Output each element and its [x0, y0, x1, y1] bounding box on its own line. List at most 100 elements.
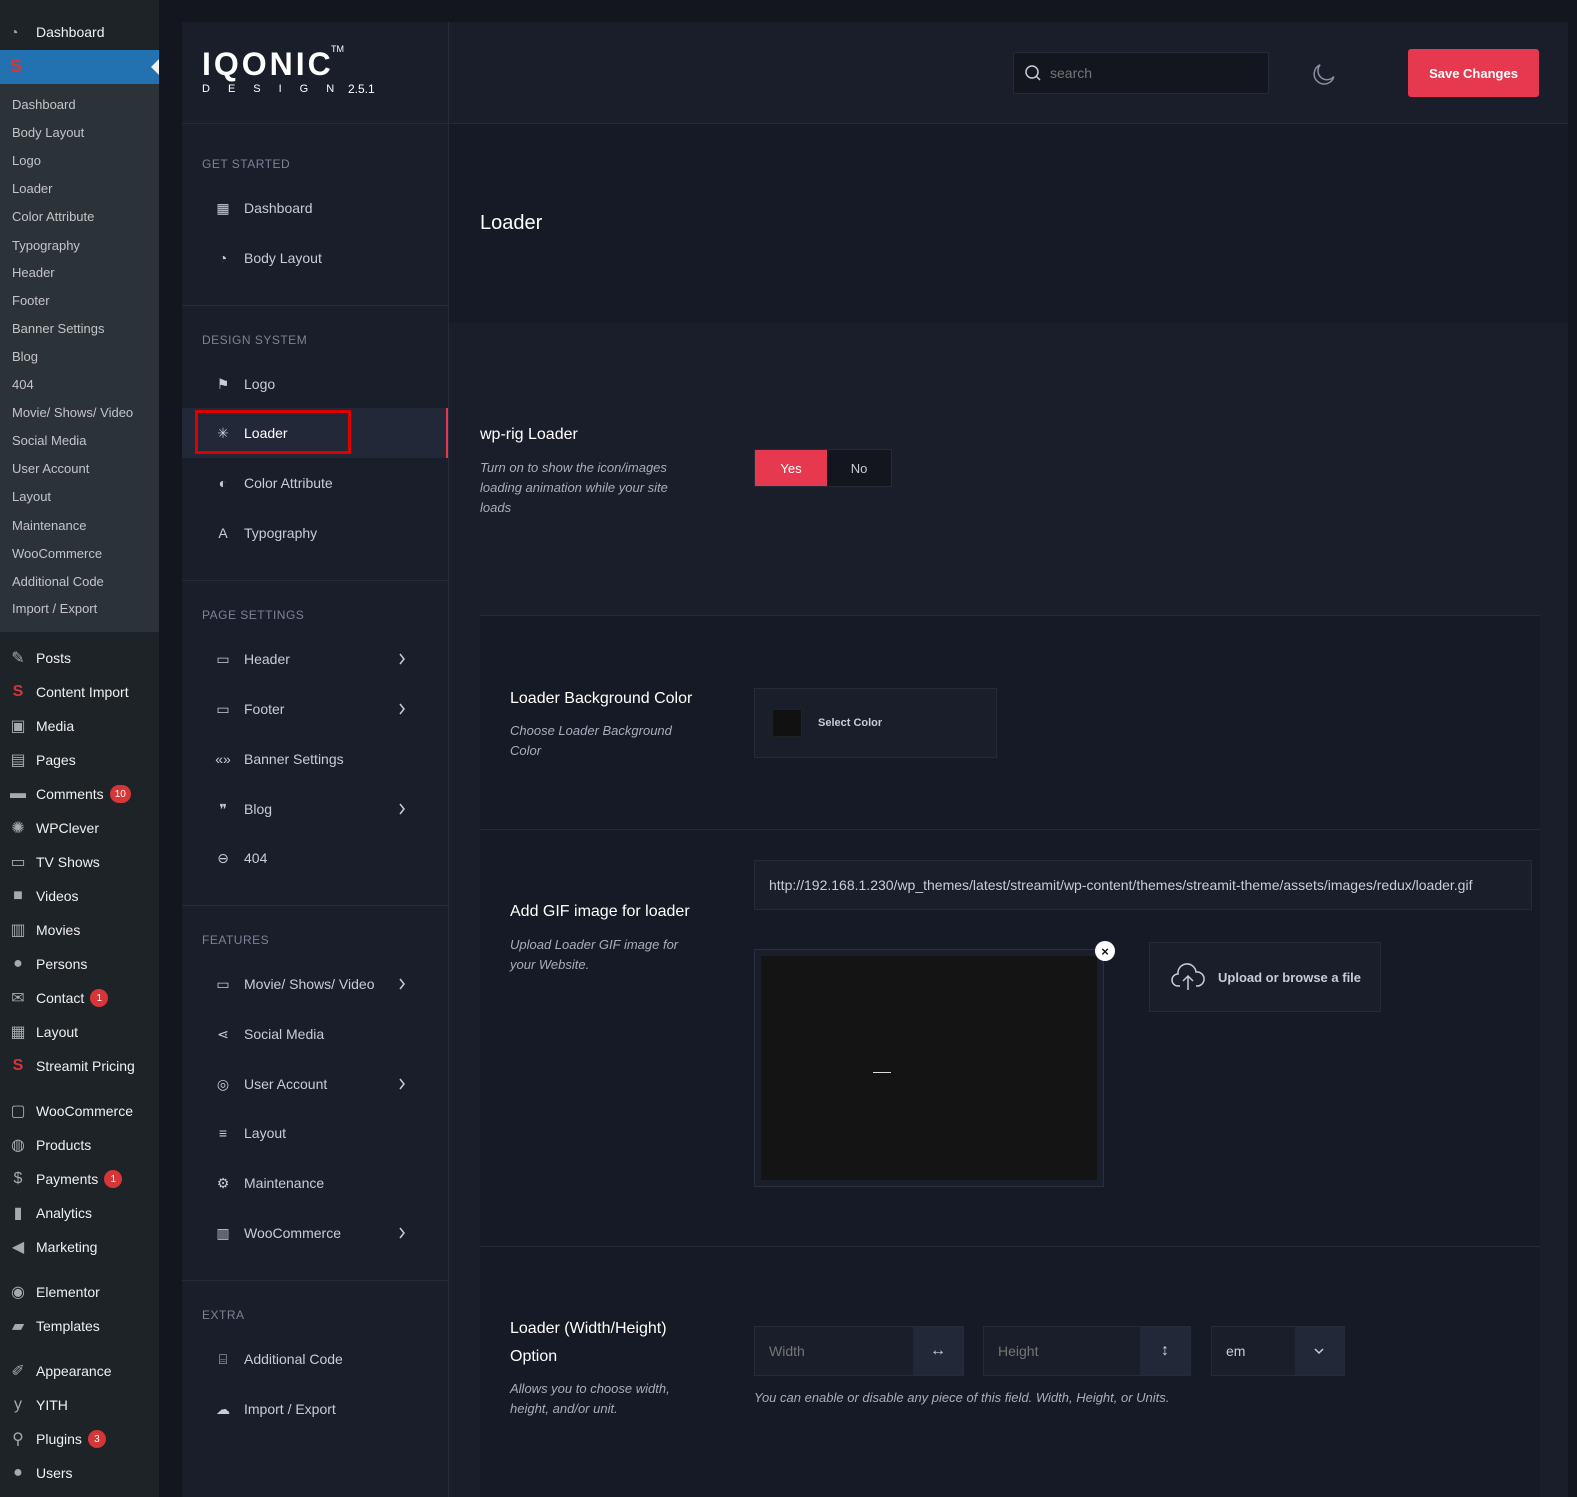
wp-menu-marketing[interactable]: ◀ Marketing [0, 1231, 159, 1263]
wp-sub-item[interactable]: Maintenance [12, 518, 86, 533]
nav-item-header[interactable]: ▭ Header [182, 634, 448, 684]
user-circle-icon: ◎ [216, 1075, 230, 1092]
color-picker-button[interactable]: Select Color [754, 688, 997, 758]
wp-sub-item[interactable]: Color Attribute [12, 209, 94, 224]
wp-menu-content-import[interactable]: S Content Import [0, 676, 159, 708]
wp-sub-item[interactable]: Layout [12, 489, 51, 504]
active-arrow [151, 59, 159, 75]
contrast-icon: ◐ [218, 475, 228, 491]
wp-menu-wpclever[interactable]: ✺ WPClever [0, 812, 159, 844]
width-field[interactable]: ↔ [754, 1326, 964, 1376]
nav-divider [182, 305, 448, 306]
gif-preview-image [761, 956, 1097, 1180]
wp-menu-tv-shows[interactable]: ▭ TV Shows [0, 846, 159, 878]
nav-item-woocommerce[interactable]: ▥ WooCommerce [182, 1208, 448, 1258]
nav-item-banner-settings[interactable]: «» Banner Settings [182, 734, 448, 784]
wp-menu-plugins[interactable]: ⚲ Plugins 3 [0, 1423, 159, 1455]
loader-toggle[interactable]: Yes No [754, 449, 892, 487]
wp-menu-payments[interactable]: $ Payments 1 [0, 1163, 159, 1195]
wp-sub-item[interactable]: Loader [12, 181, 52, 196]
search-icon [1025, 65, 1041, 81]
wp-menu-layout[interactable]: ▦ Layout [0, 1016, 159, 1048]
vertical-arrows-icon: ↕ [1140, 1327, 1190, 1375]
wp-menu-contact[interactable]: ✉ Contact 1 [0, 982, 159, 1014]
nav-item-typography[interactable]: A Typography [182, 508, 448, 558]
search-input[interactable] [1050, 65, 1250, 81]
wp-sub-item[interactable]: WooCommerce [12, 546, 102, 561]
wp-menu-streamit-pricing[interactable]: S Streamit Pricing [0, 1050, 159, 1082]
window-icon: ▭ [216, 975, 230, 992]
nav-item-color-attribute[interactable]: ◐ Color Attribute [182, 458, 448, 508]
unit-select[interactable]: em [1211, 1326, 1345, 1376]
nav-item-maintenance[interactable]: ⚙ Maintenance [182, 1158, 448, 1208]
wp-sub-item[interactable]: Social Media [12, 433, 86, 448]
page-title: Loader [480, 212, 543, 234]
wp-menu-products[interactable]: ◍ Products [0, 1129, 159, 1161]
wp-menu-templates[interactable]: ▰ Templates [0, 1310, 159, 1342]
nav-item-user-account[interactable]: ◎ User Account [182, 1059, 448, 1109]
nav-item-movie-shows-video[interactable]: ▭ Movie/ Shows/ Video [182, 959, 448, 1009]
wp-sub-item[interactable]: Banner Settings [12, 321, 105, 336]
nav-item-logo[interactable]: ⚑ Logo [182, 359, 448, 409]
nav-item-dashboard[interactable]: ▦ Dashboard [182, 183, 448, 233]
wp-menu-users[interactable]: ● Users [0, 1457, 159, 1489]
wp-sub-item[interactable]: 404 [12, 377, 34, 392]
wp-sub-item[interactable]: Body Layout [12, 125, 84, 140]
wp-sub-item[interactable]: Additional Code [12, 574, 104, 589]
wp-sub-item[interactable]: Header [12, 265, 55, 280]
wp-menu-streamit-active[interactable]: S [0, 50, 159, 84]
wp-sub-item[interactable]: Dashboard [12, 97, 76, 112]
nav-item-blog[interactable]: ❞ Blog [182, 784, 448, 834]
nav-item-404[interactable]: ⊖ 404 [182, 833, 448, 883]
width-input[interactable] [755, 1327, 913, 1375]
wp-menu-persons[interactable]: ● Persons [0, 948, 159, 980]
wp-menu-dashboard[interactable]: ◔ Dashboard [0, 14, 159, 50]
person-icon: ● [13, 955, 23, 972]
pin-icon: ✎ [11, 650, 25, 667]
nav-heading: DESIGN SYSTEM [202, 333, 308, 347]
wp-sub-item[interactable]: Blog [12, 349, 38, 364]
wp-sub-item[interactable]: Footer [12, 293, 50, 308]
nav-item-layout[interactable]: ≡ Layout [182, 1108, 448, 1158]
wp-menu-appearance[interactable]: ✐ Appearance [0, 1355, 159, 1387]
gauge-icon: ◔ [218, 250, 228, 266]
bulb-icon: ✺ [11, 820, 25, 837]
tv-icon: ▭ [10, 854, 26, 871]
wp-menu-analytics[interactable]: ▮ Analytics [0, 1197, 159, 1229]
height-input[interactable] [984, 1327, 1140, 1375]
wp-sub-item[interactable]: Import / Export [12, 601, 97, 616]
media-icon: ▣ [10, 718, 26, 735]
search-box[interactable] [1013, 52, 1269, 94]
wp-menu-comments[interactable]: ▬ Comments 10 [0, 778, 159, 810]
toggle-yes-button[interactable]: Yes [755, 450, 827, 486]
logo-wordmark: IQONIC [202, 46, 334, 82]
wp-sub-item[interactable]: Movie/ Shows/ Video [12, 405, 133, 420]
select-color-label: Select Color [818, 717, 883, 729]
wp-menu-yith[interactable]: y YITH [0, 1389, 159, 1421]
wp-sub-item[interactable]: Logo [12, 153, 41, 168]
nav-item-import-export[interactable]: ☁ Import / Export [182, 1384, 448, 1434]
save-changes-button[interactable]: Save Changes [1408, 49, 1539, 97]
nav-divider [182, 580, 448, 581]
wp-menu-movies[interactable]: ▥ Movies [0, 914, 159, 946]
color-swatch [772, 709, 802, 737]
wp-menu-media[interactable]: ▣ Media [0, 710, 159, 742]
field-title: wp-rig Loader [480, 426, 578, 443]
upload-file-button[interactable]: Upload or browse a file [1149, 942, 1381, 1012]
height-field[interactable]: ↕ [983, 1326, 1191, 1376]
toggle-no-button[interactable]: No [827, 450, 891, 486]
nav-item-additional-code[interactable]: ⌸ Additional Code [182, 1334, 448, 1384]
wp-menu-pages[interactable]: ▤ Pages [0, 744, 159, 776]
wp-menu-elementor[interactable]: ◉ Elementor [0, 1276, 159, 1308]
gif-url-input[interactable]: http://192.168.1.230/wp_themes/latest/st… [754, 860, 1532, 910]
wp-menu-woocommerce[interactable]: ▢ WooCommerce [0, 1095, 159, 1127]
wp-sub-item[interactable]: Typography [12, 238, 80, 253]
nav-item-body-layout[interactable]: ◔ Body Layout [182, 233, 448, 283]
wp-menu-videos[interactable]: ■ Videos [0, 880, 159, 912]
moon-icon[interactable] [1313, 60, 1339, 91]
wp-sub-item[interactable]: User Account [12, 461, 89, 476]
nav-item-footer[interactable]: ▭ Footer [182, 684, 448, 734]
remove-image-icon[interactable]: × [1095, 941, 1115, 961]
wp-menu-posts[interactable]: ✎ Posts [0, 642, 159, 674]
nav-item-social-media[interactable]: ⋖ Social Media [182, 1009, 448, 1059]
